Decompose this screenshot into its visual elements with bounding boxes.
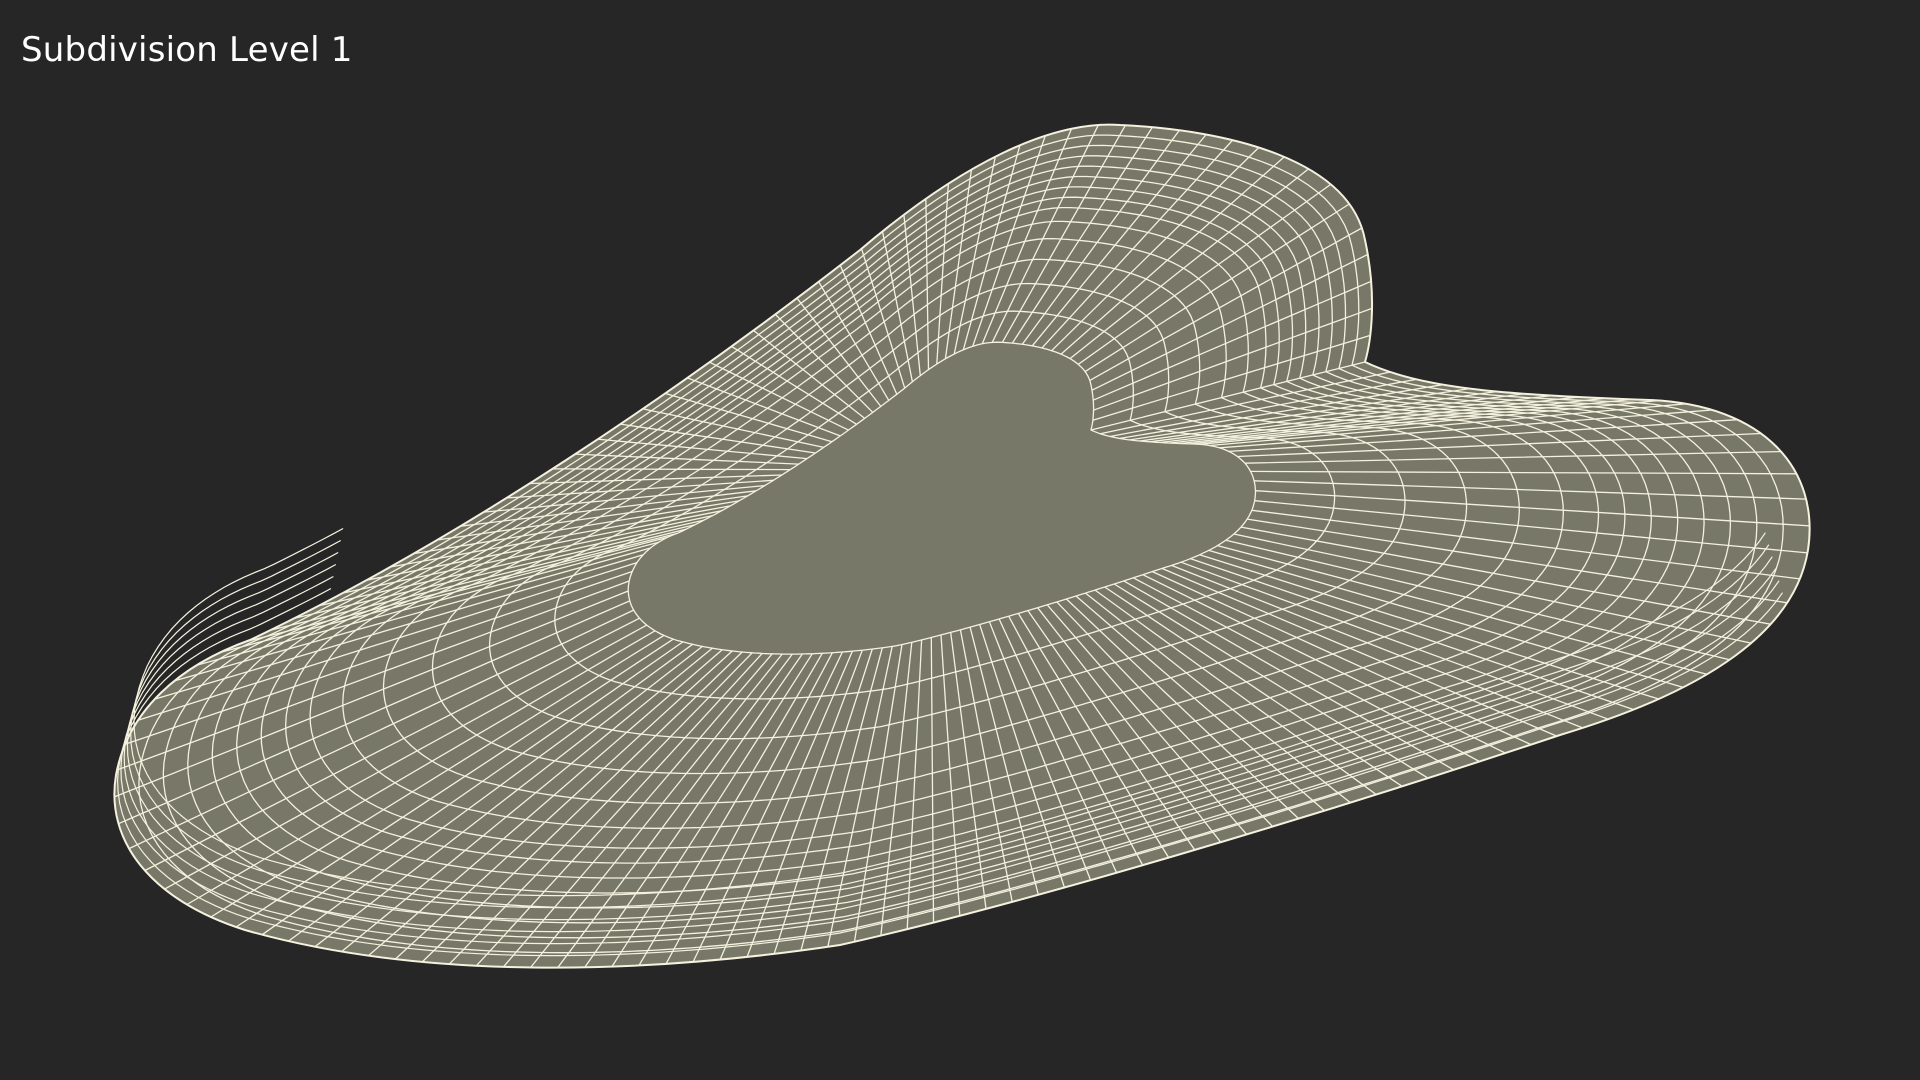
- mesh-surface: [113, 123, 1811, 969]
- render-viewport: Subdivision Level 1: [0, 0, 1920, 1080]
- mesh-spoke: [552, 468, 791, 471]
- wireframe-mesh: [113, 123, 1811, 969]
- mesh-body: [113, 123, 1811, 969]
